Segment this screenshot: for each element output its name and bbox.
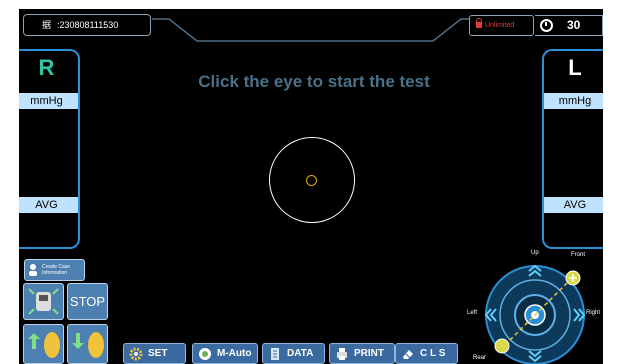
left-eye-panel[interactable]: L mmHg AVG bbox=[542, 49, 603, 249]
license-text: Unlimited bbox=[485, 22, 515, 29]
tonometer-screen: 据 :230808111530 Unlimited 30 Click the ey… bbox=[19, 9, 603, 364]
fixation-point bbox=[306, 175, 317, 186]
m-auto-button[interactable]: M-Auto bbox=[192, 343, 258, 364]
print-label: PRINT bbox=[354, 348, 384, 359]
set-label: SET bbox=[148, 348, 168, 359]
user-icon bbox=[29, 264, 37, 276]
create-case-line2: Information bbox=[42, 270, 68, 276]
data-button[interactable]: DATA bbox=[262, 343, 325, 364]
joystick-up-label: Up bbox=[531, 250, 539, 256]
left-eye-letter: L bbox=[568, 55, 582, 80]
timer-icon bbox=[540, 19, 553, 32]
joystick-front-label: Front bbox=[571, 252, 586, 258]
left-eye-unit: mmHg bbox=[544, 93, 603, 109]
timer-value: 30 bbox=[567, 18, 581, 32]
m-auto-label: M-Auto bbox=[217, 348, 252, 359]
instruction-prompt: Click the eye to start the test bbox=[198, 72, 430, 91]
arrow-up-icon bbox=[28, 332, 60, 358]
print-button[interactable]: PRINT bbox=[329, 343, 395, 364]
eraser-icon bbox=[403, 350, 413, 359]
joystick-left-label: Left bbox=[467, 310, 478, 316]
printer-icon bbox=[337, 348, 347, 360]
move-down-button[interactable] bbox=[67, 324, 108, 364]
cls-label: C L S bbox=[420, 348, 446, 359]
device-position-button[interactable] bbox=[23, 283, 64, 320]
create-case-button[interactable]: Create Case Information bbox=[24, 259, 85, 281]
timer-display: 30 bbox=[535, 15, 603, 36]
cls-button[interactable]: C L S bbox=[395, 343, 458, 364]
joystick-rear-label: Rear bbox=[473, 355, 487, 361]
move-up-button[interactable] bbox=[23, 324, 64, 364]
right-eye-panel[interactable]: R mmHg AVG bbox=[19, 49, 80, 249]
set-button[interactable]: SET bbox=[123, 343, 186, 364]
right-eye-unit: mmHg bbox=[19, 93, 78, 109]
document-icon bbox=[271, 348, 279, 360]
patient-id-label: 据 bbox=[42, 20, 52, 30]
gear-icon bbox=[129, 347, 143, 361]
position-joystick[interactable] bbox=[475, 259, 603, 364]
joystick-right-label: Right bbox=[586, 310, 601, 316]
left-eye-avg: AVG bbox=[544, 197, 603, 213]
license-badge: Unlimited bbox=[469, 15, 534, 36]
right-eye-letter: R bbox=[38, 55, 55, 80]
patient-id-field: 据 :230808111530 bbox=[23, 14, 151, 36]
data-label: DATA bbox=[287, 348, 314, 359]
patient-id-value: :230808111530 bbox=[57, 20, 119, 30]
lock-icon bbox=[476, 18, 482, 28]
stop-button[interactable]: STOP bbox=[67, 283, 108, 320]
arrow-down-icon bbox=[72, 332, 104, 358]
device-icon bbox=[28, 288, 59, 315]
auto-icon bbox=[199, 348, 211, 360]
right-eye-avg: AVG bbox=[19, 197, 78, 213]
